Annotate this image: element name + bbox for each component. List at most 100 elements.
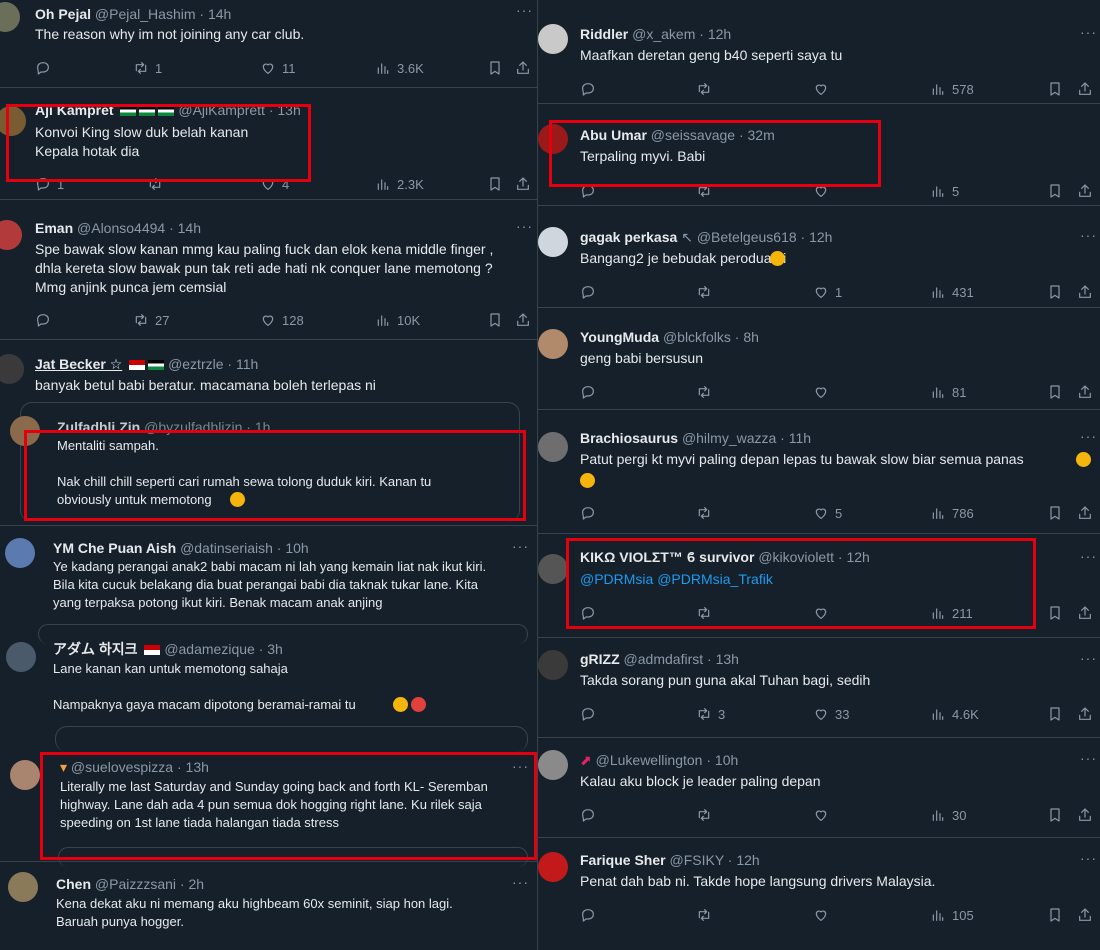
more-options-icon[interactable]: ··· [1080,850,1097,866]
views-button[interactable]: 431 [930,282,974,302]
share-button[interactable] [1077,181,1093,201]
tweet[interactable]: ▾ @suelovespizza · 13h ··· Literally me … [0,750,537,867]
avatar[interactable] [10,416,40,446]
timestamp[interactable]: 12h [809,229,832,245]
tweet[interactable]: Riddler @x_akem · 12h ··· Maafkan dereta… [538,0,1100,104]
tweet[interactable]: Farique Sher @FSIKY · 12h ··· Penat dah … [538,838,1100,950]
mention-links[interactable]: @PDRMsia @PDRMsia_Trafik [580,570,773,589]
handle[interactable]: @Paizzzsani [95,876,176,892]
tweet[interactable]: Oh Pejal @Pejal_Hashim · 14h ··· The rea… [0,0,537,88]
like-button[interactable] [813,79,835,99]
handle[interactable]: @eztrzle [168,356,223,372]
display-name[interactable]: Aji Kampret [35,102,114,118]
handle[interactable]: @datinseriaish [180,540,273,556]
timestamp[interactable]: 1h [255,419,271,435]
handle[interactable]: @hilmy_wazza [682,430,776,446]
tweet[interactable]: YoungMuda @blckfolks · 8h geng babi bers… [538,308,1100,410]
reply-button[interactable] [580,79,602,99]
display-name[interactable]: gRIZZ [580,651,620,667]
handle[interactable]: @Betelgeus618 [697,229,797,245]
timestamp[interactable]: 11h [236,356,258,372]
avatar[interactable] [8,872,38,902]
share-button[interactable] [1077,79,1093,99]
handle[interactable]: @admdafirst [624,651,704,667]
timestamp[interactable]: 13h [277,102,300,118]
display-name[interactable]: アダム 하지크 [53,641,138,657]
bookmark-button[interactable] [1047,79,1063,99]
display-name[interactable]: Eman [35,220,73,236]
display-name[interactable]: Chen [56,876,91,892]
reply-button[interactable] [580,704,602,724]
reply-button[interactable] [580,805,602,825]
bookmark-button[interactable] [1047,905,1063,925]
avatar[interactable] [5,538,35,568]
bookmark-button[interactable] [487,58,503,78]
display-name[interactable]: Oh Pejal [35,6,91,22]
handle[interactable]: @adamezique [164,641,255,657]
avatar[interactable] [538,554,568,584]
reply-button[interactable] [580,382,602,402]
tweet[interactable]: Eman @Alonso4494 · 14h ··· Spe bawak slo… [0,200,537,340]
display-name[interactable]: KIKΩ VIOLΣT™ ϐ survivor [580,549,754,565]
more-options-icon[interactable]: ··· [512,758,529,774]
quote-tweet[interactable]: Jat Becker ☆ @eztrzle · 11h banyak betul… [0,340,537,526]
avatar[interactable] [538,24,568,54]
bookmark-button[interactable] [487,174,503,194]
bookmark-button[interactable] [1047,181,1063,201]
reply-button[interactable] [35,58,57,78]
more-options-icon[interactable]: ··· [1080,750,1097,766]
timestamp[interactable]: 32m [748,127,775,143]
bookmark-button[interactable] [1047,503,1063,523]
views-button[interactable]: 786 [930,503,974,523]
display-name[interactable]: YM Che Puan Aish [53,540,176,556]
reply-button[interactable] [580,282,602,302]
share-button[interactable] [1077,503,1093,523]
views-button[interactable]: 3.6K [375,58,424,78]
like-button[interactable] [813,181,835,201]
retweet-button[interactable] [147,174,169,194]
avatar[interactable] [538,227,568,257]
like-button[interactable] [813,905,835,925]
avatar[interactable] [0,354,24,384]
timestamp[interactable]: 10h [285,540,308,556]
handle[interactable]: @seissavage [651,127,735,143]
avatar[interactable] [0,2,20,32]
display-name[interactable]: YoungMuda [580,329,659,345]
like-button[interactable]: 4 [260,174,289,194]
display-name[interactable]: Farique Sher [580,852,666,868]
tweet[interactable]: Brachiosaurus @hilmy_wazza · 11h ··· Pat… [538,410,1100,534]
share-button[interactable] [1077,905,1093,925]
handle[interactable]: @Lukewellington [596,752,703,768]
display-name[interactable]: Jat Becker ☆ [35,356,122,372]
like-button[interactable] [813,382,835,402]
more-options-icon[interactable]: ··· [1080,24,1097,40]
timestamp[interactable]: 13h [716,651,739,667]
bookmark-button[interactable] [1047,282,1063,302]
avatar[interactable] [10,760,40,790]
reply-button[interactable] [580,181,602,201]
like-button[interactable] [813,805,835,825]
avatar[interactable] [538,329,568,359]
avatar[interactable] [6,642,36,672]
like-button[interactable]: 1 [813,282,842,302]
handle[interactable]: @x_akem [632,26,695,42]
share-button[interactable] [1077,603,1093,623]
views-button[interactable]: 211 [930,603,973,623]
handle[interactable]: @Alonso4494 [77,220,165,236]
reply-button[interactable] [580,603,602,623]
display-name[interactable]: Brachiosaurus [580,430,678,446]
avatar[interactable] [538,124,568,154]
timestamp[interactable]: 2h [188,876,204,892]
more-options-icon[interactable]: ··· [1080,428,1097,444]
timestamp[interactable]: 14h [178,220,201,236]
share-button[interactable] [515,174,531,194]
like-button[interactable]: 128 [260,310,304,330]
tweet[interactable]: Aji Kampret @AjiKamprett · 13h Konvoi Ki… [0,88,537,200]
handle[interactable]: @byzulfadhlizin [144,419,242,435]
tweet[interactable]: gRIZZ @admdafirst · 13h ··· Takda sorang… [538,638,1100,738]
avatar[interactable] [0,106,26,136]
tweet[interactable]: gagak perkasa ↖ @Betelgeus618 · 12h ··· … [538,206,1100,308]
views-button[interactable]: 578 [930,79,974,99]
tweet[interactable]: Abu Umar @seissavage · 32m Terpaling myv… [538,104,1100,206]
handle[interactable]: @AjiKamprett [178,102,265,118]
